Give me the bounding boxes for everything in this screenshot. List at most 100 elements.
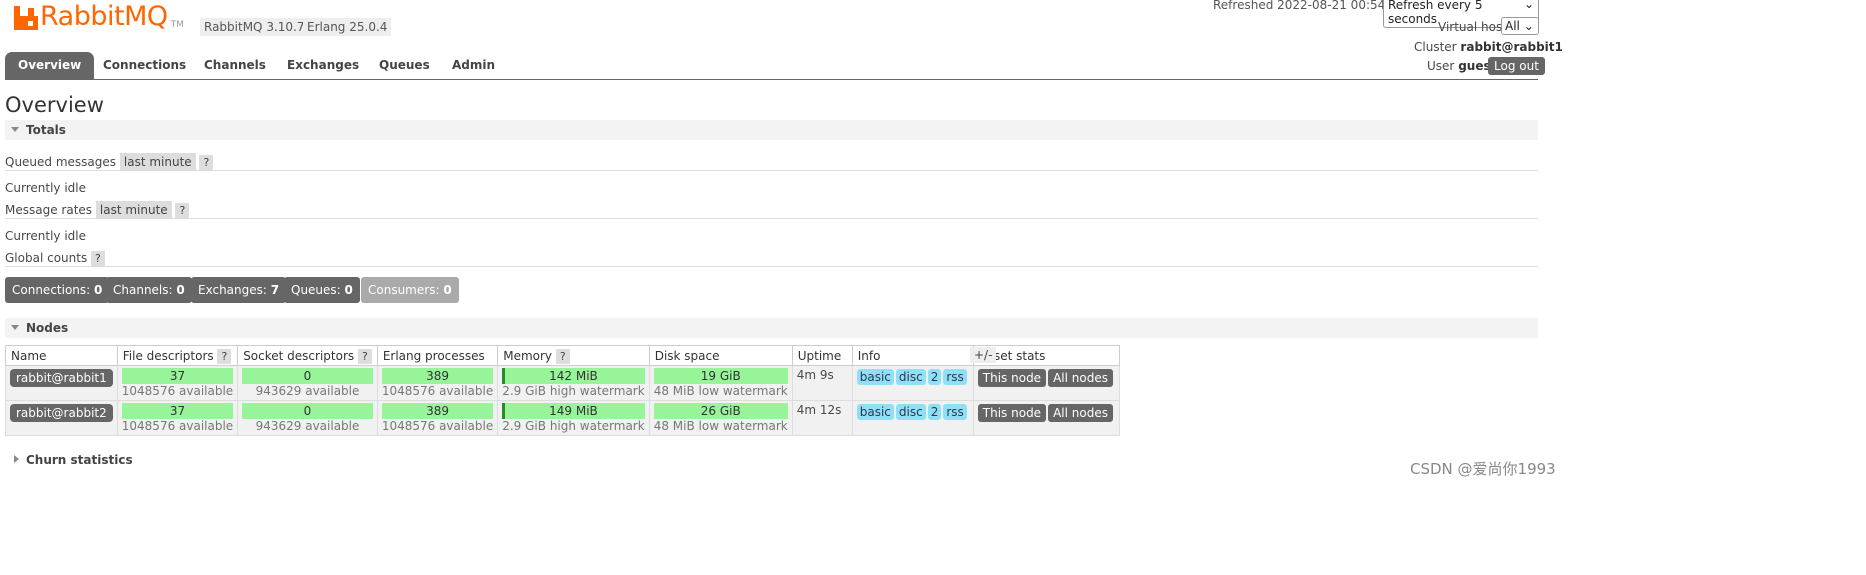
reset-this-node-button[interactable]: This node — [977, 404, 1047, 422]
socket-descriptors-cell: 0 943629 available — [237, 400, 378, 436]
help-icon[interactable]: ? — [91, 251, 105, 266]
uptime-cell: 4m 12s — [791, 400, 853, 436]
uptime-cell: 4m 9s — [791, 365, 853, 401]
exchanges-count-button[interactable]: Exchanges: 7 — [191, 277, 287, 303]
refreshed-timestamp: Refreshed 2022-08-21 00:54:21 — [1213, 0, 1405, 12]
message-rates-label: Message rates — [5, 203, 93, 217]
tab-overview[interactable]: Overview — [5, 52, 95, 79]
column-header[interactable]: Disk space — [648, 345, 793, 366]
help-icon[interactable]: ? — [555, 348, 570, 364]
usage-bar: 0 — [242, 403, 373, 419]
watermark-text: CSDN @爱尚你1993 — [1410, 460, 1556, 478]
rabbitmq-version: RabbitMQ 3.10.7 — [200, 18, 309, 36]
info-cell: basic disc 2 rss — [851, 365, 974, 401]
column-header-label: Socket descriptors — [243, 348, 355, 363]
reset-all-nodes-button[interactable]: All nodes — [1048, 369, 1113, 387]
info-pill: disc — [895, 404, 926, 420]
divider — [5, 218, 1538, 219]
count-label: Consumers: — [368, 283, 440, 297]
tab-connections[interactable]: Connections — [103, 52, 186, 79]
column-toggle-button[interactable]: +/- — [970, 347, 997, 363]
usage-bar: 389 — [381, 403, 494, 419]
table-row: rabbit@rabbit1 37 1048576 available 0 9436… — [5, 365, 1120, 401]
rates-range-toggle[interactable]: last minute — [95, 201, 172, 219]
column-header-label: File descriptors — [122, 348, 214, 363]
count-value: 0 — [344, 283, 353, 297]
available-text: 1048576 available — [381, 384, 494, 398]
column-header[interactable]: Memory ? — [497, 345, 650, 366]
nodes-title: Nodes — [26, 321, 69, 335]
file-descriptors-cell: 37 1048576 available — [116, 400, 239, 436]
info-pill: rss — [943, 404, 967, 420]
column-header[interactable]: File descriptors ? — [116, 345, 239, 366]
virtual-host-select[interactable]: All ⌄ — [1501, 17, 1539, 35]
reset-this-node-button[interactable]: This node — [977, 369, 1047, 387]
connections-count-button[interactable]: Connections: 0 — [5, 277, 110, 303]
table-row: rabbit@rabbit2 37 1048576 available 0 9436… — [5, 400, 1120, 436]
disk-space-cell: 19 GiB 48 MiB low watermark — [648, 365, 793, 401]
info-pill: disc — [895, 369, 926, 385]
rabbitmq-logo[interactable]: RabbitMQ TM — [14, 2, 184, 32]
channels-count-button[interactable]: Channels: 0 — [106, 277, 192, 303]
help-icon[interactable]: ? — [357, 348, 372, 364]
nodes-table: Name File descriptors ? Socket descripto… — [5, 345, 1120, 436]
column-header[interactable]: Uptime — [791, 345, 853, 366]
totals-title: Totals — [26, 123, 66, 137]
usage-bar: 149 MiB — [502, 403, 645, 419]
node-link[interactable]: rabbit@rabbit1 — [10, 369, 113, 387]
column-header[interactable]: Erlang processes — [376, 345, 499, 366]
churn-title: Churn statistics — [26, 453, 133, 467]
watermark-text: 48 MiB low watermark — [653, 419, 788, 433]
reset-all-nodes-button[interactable]: All nodes — [1048, 404, 1113, 422]
virtual-host-label: Virtual host — [1438, 20, 1507, 34]
help-icon[interactable]: ? — [217, 348, 232, 364]
help-icon[interactable]: ? — [199, 155, 214, 170]
totals-section-header[interactable]: Totals — [5, 120, 1538, 140]
collapse-triangle-icon — [11, 127, 19, 132]
memory-usage-marker — [502, 368, 506, 384]
usage-bar: 19 GiB — [653, 368, 788, 384]
queued-range-toggle[interactable]: last minute — [119, 153, 196, 171]
count-value: 0 — [176, 283, 185, 297]
expand-triangle-icon — [14, 455, 19, 463]
churn-section-header[interactable]: Churn statistics — [5, 450, 1538, 470]
usage-bar: 37 — [121, 368, 234, 384]
count-label: Queues: — [291, 283, 341, 297]
info-pill: basic — [856, 369, 894, 385]
erlang-processes-cell: 389 1048576 available — [376, 400, 499, 436]
chevron-down-icon: ⌄ — [1523, 0, 1534, 11]
virtual-host-value: All — [1505, 19, 1520, 33]
watermark-text: 2.9 GiB high watermark — [502, 419, 645, 433]
global-counts-label: Global counts — [5, 251, 88, 265]
count-value: 7 — [270, 283, 280, 297]
disk-space-cell: 26 GiB 48 MiB low watermark — [648, 400, 793, 436]
info-pill: 2 — [927, 404, 942, 420]
file-descriptors-cell: 37 1048576 available — [116, 365, 239, 401]
logo-tm: TM — [170, 20, 184, 30]
column-header[interactable]: Name — [5, 345, 118, 366]
tab-queues[interactable]: Queues — [379, 52, 430, 79]
message-rates-row: Message rates last minute ? — [5, 201, 190, 219]
usage-bar: 26 GiB — [653, 403, 788, 419]
tab-admin[interactable]: Admin — [452, 52, 495, 79]
help-icon[interactable]: ? — [175, 203, 190, 218]
queues-count-button[interactable]: Queues: 0 — [284, 277, 360, 303]
count-value: 0 — [443, 283, 452, 297]
memory-usage-marker — [502, 403, 506, 419]
nodes-section-header[interactable]: Nodes — [5, 318, 1538, 338]
node-link[interactable]: rabbit@rabbit2 — [10, 404, 113, 422]
main-tabs: Overview Connections Channels Exchanges … — [5, 52, 1538, 80]
column-header[interactable]: Info — [851, 345, 974, 366]
page-title: Overview — [5, 93, 104, 117]
usage-bar: 389 — [381, 368, 494, 384]
memory-cell: 149 MiB 2.9 GiB high watermark — [497, 400, 650, 436]
consumers-count-button[interactable]: Consumers: 0 — [361, 277, 459, 303]
column-header[interactable]: Socket descriptors ? — [237, 345, 378, 366]
usage-bar: 0 — [242, 368, 373, 384]
queued-messages-label: Queued messages — [5, 155, 117, 169]
tab-channels[interactable]: Channels — [204, 52, 266, 79]
info-cell: basic disc 2 rss — [851, 400, 974, 436]
tab-exchanges[interactable]: Exchanges — [287, 52, 359, 79]
available-text: 1048576 available — [121, 384, 234, 398]
available-text: 943629 available — [255, 419, 360, 433]
